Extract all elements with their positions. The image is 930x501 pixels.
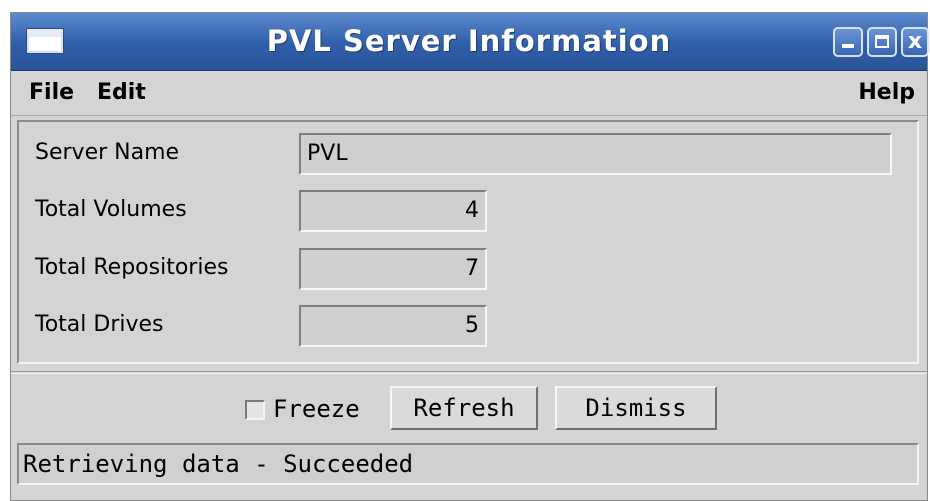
refresh-button[interactable]: Refresh [390,386,538,430]
menu-help[interactable]: Help [858,80,915,105]
pvl-server-information-window: PVL Server Information x File Edit Help … [10,12,929,501]
server-name-field: PVL [299,133,892,175]
maximize-button[interactable] [867,27,897,57]
total-repositories-field: 7 [299,248,487,290]
total-drives-field: 5 [299,305,487,347]
server-info-panel: Server Name PVL Total Volumes 4 Total Re… [17,120,919,364]
total-repositories-label: Total Repositories [35,255,229,280]
total-volumes-field: 4 [299,190,487,232]
menu-file[interactable]: File [29,80,74,105]
menu-edit[interactable]: Edit [97,80,146,105]
title-bar[interactable]: PVL Server Information x [11,13,929,71]
freeze-label[interactable]: Freeze [273,395,360,423]
close-button[interactable]: x [901,27,929,57]
button-row: Freeze Refresh Dismiss [11,386,927,434]
server-name-label: Server Name [35,140,180,165]
freeze-checkbox[interactable] [245,400,265,420]
status-bar: Retrieving data - Succeeded [17,443,919,485]
total-drives-label: Total Drives [35,312,164,337]
maximize-icon [875,35,889,48]
minimize-button[interactable] [833,27,863,57]
separator [11,371,927,374]
total-volumes-label: Total Volumes [35,197,187,222]
close-icon: x [907,29,923,54]
window-title: PVL Server Information [266,24,672,58]
menu-bar: File Edit Help [11,71,927,116]
minimize-icon [842,44,854,48]
dismiss-button[interactable]: Dismiss [555,386,717,430]
